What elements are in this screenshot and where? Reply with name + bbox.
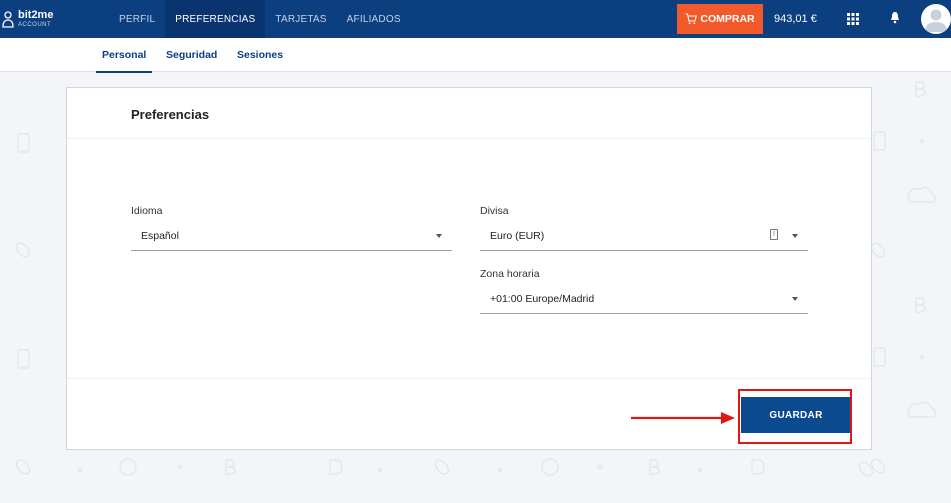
logo-icon [2, 11, 14, 28]
tab-seguridad[interactable]: Seguridad [166, 38, 217, 72]
currency-select[interactable]: Euro (EUR) ! [480, 221, 808, 251]
nav-item-preferencias[interactable]: PREFERENCIAS [165, 0, 266, 38]
logo[interactable]: bit2me ACCOUNT [0, 0, 70, 38]
nav-item-perfil[interactable]: PERFIL [109, 0, 165, 38]
cart-icon [685, 13, 698, 25]
apps-grid-icon[interactable] [846, 12, 860, 26]
timezone-field: Zona horaria +01:00 Europe/Madrid [480, 268, 808, 316]
timezone-label: Zona horaria [480, 268, 540, 280]
card-footer-divider [67, 378, 871, 379]
user-avatar-icon[interactable] [921, 4, 951, 34]
logo-subtitle: ACCOUNT [18, 22, 52, 28]
info-icon: ! [770, 229, 778, 240]
currency-field: Divisa Euro (EUR) ! [480, 205, 808, 253]
card-header-divider [67, 138, 871, 139]
logo-brand: bit2me [18, 9, 54, 21]
account-balance[interactable]: 943,01 € [774, 0, 817, 38]
preferences-card: Preferencias Idioma Español Divisa Euro … [66, 87, 872, 450]
tab-personal[interactable]: Personal [95, 38, 153, 73]
language-label: Idioma [131, 205, 163, 217]
card-title: Preferencias [131, 107, 210, 122]
currency-value: Euro (EUR) [490, 229, 545, 242]
currency-label: Divisa [480, 205, 509, 217]
save-button[interactable]: GUARDAR [741, 397, 851, 433]
language-select[interactable]: Español [131, 221, 452, 251]
buy-button[interactable]: COMPRAR [677, 4, 763, 34]
chevron-down-icon [792, 297, 798, 301]
buy-button-label: COMPRAR [700, 13, 755, 25]
main-nav: PERFIL PREFERENCIAS TARJETAS AFILIADOS [109, 0, 411, 38]
chevron-down-icon [792, 234, 798, 238]
avatar-silhouette-icon [925, 9, 947, 32]
top-navigation-bar: bit2me ACCOUNT PERFIL PREFERENCIAS TARJE… [0, 0, 951, 38]
tab-sesiones[interactable]: Sesiones [237, 38, 283, 72]
language-value: Español [141, 229, 179, 242]
timezone-value: +01:00 Europe/Madrid [490, 292, 595, 305]
nav-item-afiliados[interactable]: AFILIADOS [337, 0, 411, 38]
language-field: Idioma Español [131, 205, 452, 253]
sub-navigation: Personal Seguridad Sesiones [0, 38, 951, 73]
chevron-down-icon [436, 234, 442, 238]
nav-item-tarjetas[interactable]: TARJETAS [265, 0, 336, 38]
timezone-select[interactable]: +01:00 Europe/Madrid [480, 284, 808, 314]
bell-icon[interactable] [889, 11, 901, 25]
